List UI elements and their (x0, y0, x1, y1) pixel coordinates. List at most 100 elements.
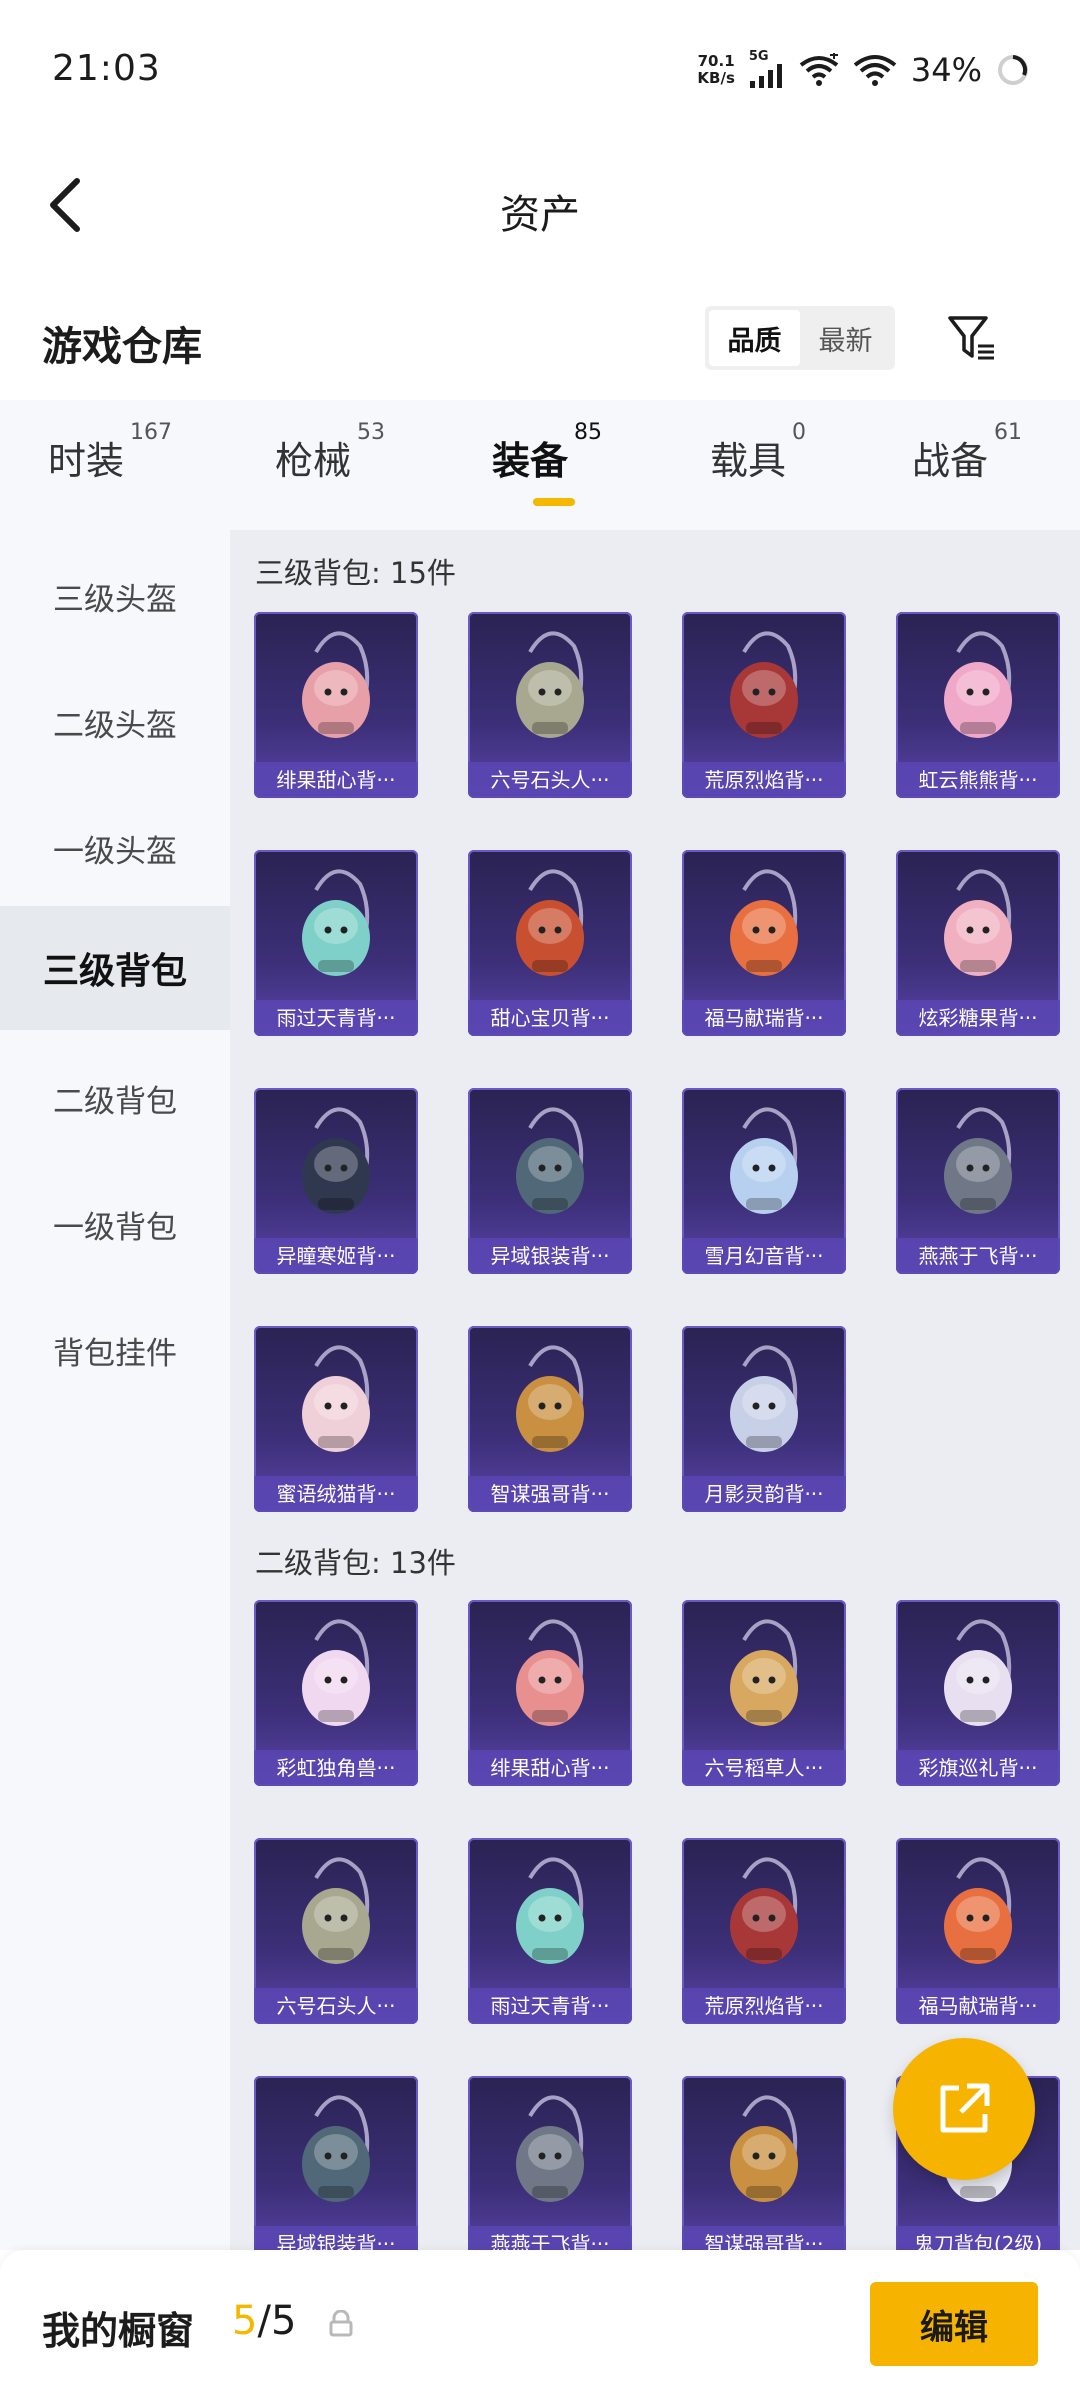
backpack-item-label: 燕燕于飞背··· (468, 2226, 632, 2250)
net-speed: 70.1 KB/s (697, 51, 735, 87)
backpack-item-label: 绯果甜心背··· (468, 1750, 632, 1786)
backpack-item-card[interactable]: 六号石头人··· (254, 1838, 418, 2024)
backpack-item-card[interactable]: 燕燕于飞背··· (468, 2076, 632, 2250)
backpack-item-label: 福马献瑞背··· (682, 1000, 846, 1036)
backpack-item-label: 荒原烈焰背··· (682, 762, 846, 798)
backpack-item-card[interactable]: 雪月幻音背··· (682, 1088, 846, 1274)
net-speed-unit: KB/s (697, 68, 735, 87)
status-bar: 21:03 70.1 KB/s 5G 34% (0, 0, 1080, 140)
tab-combat-prep[interactable]: 战备61 (912, 420, 1022, 485)
backpack-item-card[interactable]: 燕燕于飞背··· (896, 1088, 1060, 1274)
sidebar-item-helmet-lv2[interactable]: 二级头盔 (0, 660, 230, 784)
sidebar: 三级头盔 二级头盔 一级头盔 三级背包 二级背包 一级背包 背包挂件 (0, 530, 230, 2250)
backpack-image (682, 1600, 846, 1750)
backpack-item-card[interactable]: 智谋强哥背··· (468, 1326, 632, 1512)
showcase-count-current: 5 (232, 2298, 258, 2344)
backpack-item-card[interactable]: 炫彩糖果背··· (896, 850, 1060, 1036)
active-tab-indicator (533, 498, 575, 506)
share-external-icon (940, 2083, 990, 2133)
backpack-image (896, 1600, 1060, 1750)
sidebar-item-backpack-lv2[interactable]: 二级背包 (0, 1036, 230, 1160)
tab-vehicles-count: 0 (792, 420, 807, 445)
backpack-item-card[interactable]: 绯果甜心背··· (468, 1600, 632, 1786)
backpack-item-card[interactable]: 异瞳寒姬背··· (254, 1088, 418, 1274)
net-speed-value: 70.1 (697, 51, 735, 70)
edit-button[interactable]: 编辑 (870, 2282, 1038, 2366)
backpack-item-card[interactable]: 蜜语绒猫背··· (254, 1326, 418, 1512)
backpack-item-label: 六号石头人··· (468, 762, 632, 798)
backpack-item-label: 月影灵韵背··· (682, 1476, 846, 1512)
backpack-item-card[interactable]: 福马献瑞背··· (682, 850, 846, 1036)
battery-ring-icon (998, 54, 1028, 85)
sidebar-item-backpack-lv1[interactable]: 一级背包 (0, 1162, 230, 1286)
status-time: 21:03 (52, 48, 161, 89)
backpack-item-card[interactable]: 月影灵韵背··· (682, 1326, 846, 1512)
warehouse-row: 游戏仓库 品质 最新 (0, 290, 1080, 390)
share-fab[interactable] (893, 2038, 1035, 2180)
backpack-item-label: 福马献瑞背··· (896, 1988, 1060, 2024)
tab-fashion-label: 时装 (48, 439, 125, 483)
backpack-image (896, 850, 1060, 1000)
tab-combat-prep-count: 61 (994, 420, 1023, 445)
backpack-item-card[interactable]: 福马献瑞背··· (896, 1838, 1060, 2024)
backpack-item-card[interactable]: 彩旗巡礼背··· (896, 1600, 1060, 1786)
sidebar-item-backpack-lv3[interactable]: 三级背包 (0, 906, 230, 1030)
backpack-item-card[interactable]: 荒原烈焰背··· (682, 1838, 846, 2024)
tab-equipment-label: 装备 (492, 439, 569, 483)
backpack-item-label: 智谋强哥背··· (682, 2226, 846, 2250)
backpack-item-label: 彩旗巡礼背··· (896, 1750, 1060, 1786)
backpack-item-label: 六号石头人··· (254, 1988, 418, 2024)
backpack-image (468, 2076, 632, 2226)
sort-quality-button[interactable]: 品质 (709, 310, 800, 366)
tab-combat-prep-label: 战备 (912, 439, 989, 483)
tab-fashion[interactable]: 时装167 (48, 420, 172, 485)
backpack-item-card[interactable]: 智谋强哥背··· (682, 2076, 846, 2250)
tab-fashion-count: 167 (130, 420, 173, 445)
tab-vehicles[interactable]: 载具0 (710, 420, 806, 485)
tab-equipment-count: 85 (574, 420, 603, 445)
backpack-item-card[interactable]: 雨过天青背··· (254, 850, 418, 1036)
wifi-icon (853, 54, 897, 86)
app-header: 资产 (0, 140, 1080, 270)
filter-icon (948, 316, 994, 360)
backpack-item-card[interactable]: 虹云熊熊背··· (896, 612, 1060, 798)
sidebar-item-helmet-lv3[interactable]: 三级头盔 (0, 534, 230, 658)
backpack-image (896, 612, 1060, 762)
backpack-image (468, 1088, 632, 1238)
backpack-item-label: 雪月幻音背··· (682, 1238, 846, 1274)
tab-firearms-count: 53 (357, 420, 386, 445)
backpack-image (682, 2076, 846, 2226)
backpack-item-card[interactable]: 荒原烈焰背··· (682, 612, 846, 798)
sidebar-item-helmet-lv1[interactable]: 一级头盔 (0, 786, 230, 910)
item-grid-panel: 三级背包: 15件 二级背包: 13件 绯果甜心背··· 六号石头人··· 荒原烈焰… (230, 530, 1080, 2250)
showcase-label: 我的橱窗 (42, 2309, 195, 2353)
backpack-item-card[interactable]: 甜心宝贝背··· (468, 850, 632, 1036)
backpack-item-label: 雨过天青背··· (468, 1988, 632, 2024)
backpack-item-card[interactable]: 六号石头人··· (468, 612, 632, 798)
backpack-item-card[interactable]: 异域银装背··· (468, 1088, 632, 1274)
backpack-item-card[interactable]: 雨过天青背··· (468, 1838, 632, 2024)
backpack-image (682, 612, 846, 762)
section-title-backpack-lv3: 三级背包: 15件 (255, 556, 456, 590)
filter-button[interactable] (940, 306, 1004, 370)
backpack-item-card[interactable]: 彩虹独角兽··· (254, 1600, 418, 1786)
backpack-item-card[interactable]: 绯果甜心背··· (254, 612, 418, 798)
tab-firearms[interactable]: 枪械53 (275, 420, 385, 485)
backpack-item-label: 绯果甜心背··· (254, 762, 418, 798)
backpack-item-label: 异域银装背··· (254, 2226, 418, 2250)
sidebar-item-backpack-charm[interactable]: 背包挂件 (0, 1288, 230, 1412)
backpack-image (468, 612, 632, 762)
backpack-item-card[interactable]: 异域银装背··· (254, 2076, 418, 2250)
lock-icon (329, 2310, 353, 2337)
backpack-item-card[interactable]: 六号稻草人··· (682, 1600, 846, 1786)
backpack-item-label: 炫彩糖果背··· (896, 1000, 1060, 1036)
backpack-item-label: 雨过天青背··· (254, 1000, 418, 1036)
battery-percent: 34% (910, 50, 982, 89)
backpack-image (682, 850, 846, 1000)
sort-newest-button[interactable]: 最新 (800, 310, 891, 366)
backpack-image (682, 1088, 846, 1238)
tab-equipment[interactable]: 装备85 (492, 420, 602, 485)
screen: 21:03 70.1 KB/s 5G 34% 资产 游戏仓库 品质 最新 时装1… (0, 0, 1080, 2400)
backpack-image (468, 1838, 632, 1988)
showcase-count: 5/5 (232, 2298, 296, 2344)
